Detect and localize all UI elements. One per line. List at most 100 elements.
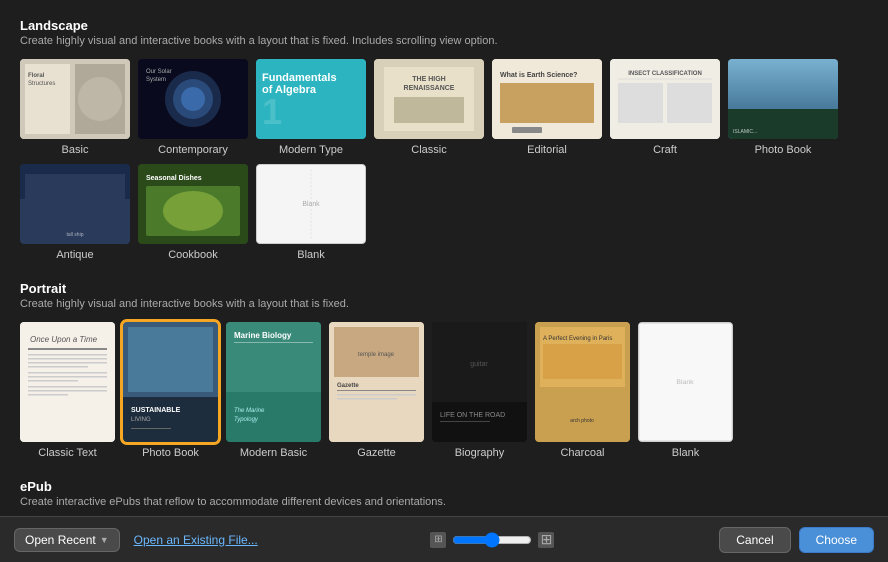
epub-title: ePub [20,479,868,494]
template-thumb-craft: INSECT CLASSIFICATION [610,59,720,139]
open-existing-button[interactable]: Open an Existing File... [126,529,266,551]
template-editorial[interactable]: What is Earth Science? Editorial [492,59,602,156]
svg-text:arch photo: arch photo [570,418,594,424]
svg-text:The Marine: The Marine [234,408,265,414]
template-craft[interactable]: INSECT CLASSIFICATION Craft [610,59,720,156]
template-antique[interactable]: tall ship Antique [20,164,130,261]
bottom-toolbar: Open Recent ▼ Open an Existing File... ⊞… [0,516,888,562]
template-basic[interactable]: Floral Structures Basic [20,59,130,156]
landscape-grid: Floral Structures Basic Our Solar System [20,59,868,261]
template-label-photo-book-landscape: Photo Book [755,144,812,156]
template-photo-book-portrait[interactable]: SUSTAINABLE LIVING Photo Book [123,322,218,459]
template-label-gazette: Gazette [357,447,396,459]
template-thumb-modern-type: Fundamentals of Algebra 1 [256,59,366,139]
template-modern-basic[interactable]: Marine Biology The Marine Typology Moder… [226,322,321,459]
template-label-contemporary: Contemporary [158,144,228,156]
open-recent-chevron: ▼ [100,535,109,545]
portrait-title: Portrait [20,281,868,296]
template-cookbook[interactable]: Seasonal Dishes Cookbook [138,164,248,261]
template-charcoal[interactable]: A Perfect Evening in Paris arch photo Ch… [535,322,630,459]
template-thumb-biography: guitar LIFE ON THE ROAD [432,322,527,442]
zoom-small-icon: ⊞ [430,532,446,548]
template-blank-portrait[interactable]: Blank Blank [638,322,733,459]
zoom-slider[interactable] [452,532,532,548]
svg-text:RENAISSANCE: RENAISSANCE [404,85,455,92]
template-thumb-classic: THE HIGH RENAISSANCE [374,59,484,139]
landscape-section: Landscape Create highly visual and inter… [20,18,868,261]
template-thumb-contemporary: Our Solar System [138,59,248,139]
svg-text:guitar: guitar [470,361,488,368]
template-label-blank-landscape: Blank [297,249,325,261]
template-label-editorial: Editorial [527,144,567,156]
svg-text:SUSTAINABLE: SUSTAINABLE [131,407,181,414]
cancel-label: Cancel [736,533,773,547]
cancel-button[interactable]: Cancel [719,527,790,553]
svg-text:Fundamentals: Fundamentals [262,72,337,84]
template-thumb-basic: Floral Structures [20,59,130,139]
open-existing-label: Open an Existing File... [134,533,258,547]
template-classic-text[interactable]: Once Upon a Time Classic Text [20,322,115,459]
template-label-cookbook: Cookbook [168,249,218,261]
svg-text:LIFE ON THE ROAD: LIFE ON THE ROAD [440,412,505,419]
svg-text:System: System [146,77,166,83]
svg-text:A Perfect Evening in Paris: A Perfect Evening in Paris [543,336,612,342]
template-blank-landscape[interactable]: Blank Blank [256,164,366,261]
epub-section: ePub Create interactive ePubs that reflo… [20,479,868,516]
template-thumb-blank-portrait: Blank [638,322,733,442]
svg-text:1: 1 [262,91,282,132]
template-biography[interactable]: guitar LIFE ON THE ROAD Biography [432,322,527,459]
svg-text:Blank: Blank [676,379,694,386]
svg-text:THE HIGH: THE HIGH [412,76,445,83]
template-label-charcoal: Charcoal [560,447,604,459]
template-photo-book-landscape[interactable]: ISLAMIC... Photo Book [728,59,838,156]
svg-text:Our Solar: Our Solar [146,69,172,75]
zoom-large-icon: ⊞ [538,532,554,548]
template-label-biography: Biography [455,447,505,459]
template-classic[interactable]: THE HIGH RENAISSANCE Classic [374,59,484,156]
template-label-craft: Craft [653,144,677,156]
template-label-antique: Antique [56,249,93,261]
svg-text:Once Upon a Time: Once Upon a Time [30,335,98,344]
svg-text:Floral: Floral [28,73,45,79]
template-thumb-modern-basic: Marine Biology The Marine Typology [226,322,321,442]
svg-text:LIVING: LIVING [131,417,151,423]
template-contemporary[interactable]: Our Solar System Contemporary [138,59,248,156]
template-label-blank-portrait: Blank [672,447,700,459]
landscape-desc: Create highly visual and interactive boo… [20,35,868,47]
template-thumb-gazette: temple image Gazette [329,322,424,442]
template-label-modern-type: Modern Type [279,144,343,156]
template-thumb-antique: tall ship [20,164,130,244]
svg-text:INSECT CLASSIFICATION: INSECT CLASSIFICATION [628,71,702,77]
template-modern-type[interactable]: Fundamentals of Algebra 1 Modern Type [256,59,366,156]
template-label-classic: Classic [411,144,446,156]
template-chooser-scroll[interactable]: Landscape Create highly visual and inter… [0,0,888,516]
toolbar-left: Open Recent ▼ Open an Existing File... [14,528,266,552]
svg-text:What is Earth Science?: What is Earth Science? [500,72,577,79]
svg-text:Marine Biology: Marine Biology [234,331,292,340]
open-recent-button[interactable]: Open Recent ▼ [14,528,120,552]
svg-text:temple image: temple image [358,352,395,358]
template-label-classic-text: Classic Text [38,447,96,459]
template-gazette[interactable]: temple image Gazette Gazette [329,322,424,459]
svg-text:Gazette: Gazette [337,383,359,389]
toolbar-right: Cancel Choose [719,527,874,553]
svg-text:Blank: Blank [302,201,320,208]
template-thumb-photo-book-port: SUSTAINABLE LIVING [123,322,218,442]
template-thumb-cookbook: Seasonal Dishes [138,164,248,244]
template-label-modern-basic: Modern Basic [240,447,307,459]
toolbar-center: ⊞ ⊞ [430,532,554,548]
template-label-photo-book-portrait: Photo Book [142,447,199,459]
landscape-title: Landscape [20,18,868,33]
open-recent-label: Open Recent [25,533,96,547]
epub-desc: Create interactive ePubs that reflow to … [20,496,868,508]
svg-text:Typology: Typology [234,417,259,423]
template-thumb-charcoal: A Perfect Evening in Paris arch photo [535,322,630,442]
svg-text:ISLAMIC...: ISLAMIC... [733,129,757,135]
svg-text:Seasonal Dishes: Seasonal Dishes [146,175,202,182]
choose-label: Choose [816,533,857,547]
choose-button[interactable]: Choose [799,527,874,553]
template-thumb-classic-text: Once Upon a Time [20,322,115,442]
template-thumb-blank-landscape: Blank [256,164,366,244]
svg-text:tall ship: tall ship [67,232,84,238]
portrait-desc: Create highly visual and interactive boo… [20,298,868,310]
